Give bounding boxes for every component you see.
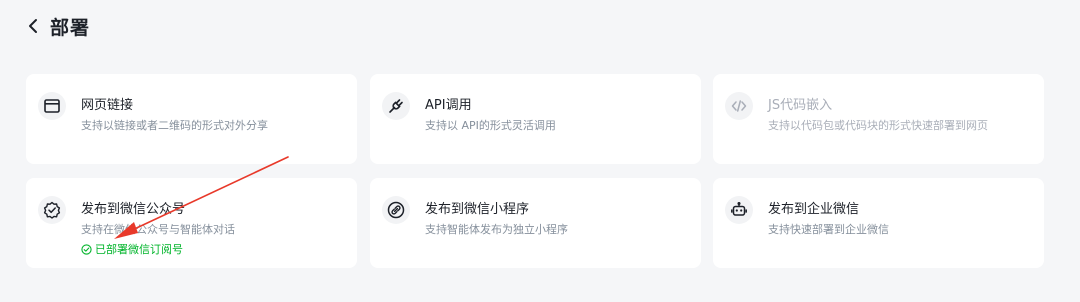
card-title: 发布到企业微信 <box>768 202 860 217</box>
card-title: API调用 <box>425 98 472 113</box>
page-title: 部署 <box>50 16 91 39</box>
browser-window-icon <box>38 92 66 120</box>
check-circle-icon <box>81 243 92 255</box>
badge-check-icon <box>38 196 66 224</box>
deployed-status: 已部署微信订阅号 <box>81 241 183 257</box>
card-description: 支持以链接或者二维码的形式对外分享 <box>81 119 268 132</box>
card-title: 网页链接 <box>81 98 134 113</box>
card-web-link[interactable]: 网页链接 支持以链接或者二维码的形式对外分享 <box>26 74 357 164</box>
plug-icon <box>382 92 410 120</box>
card-wechat-official[interactable]: 发布到微信公众号 支持在微信公众号与智能体对话 已部署微信订阅号 <box>26 178 357 268</box>
card-title: JS代码嵌入 <box>768 98 833 113</box>
back-button[interactable] <box>26 16 40 36</box>
card-description: 支持以 API的形式灵活调用 <box>425 119 556 132</box>
link-circle-icon <box>382 196 410 224</box>
card-description: 支持快速部署到企业微信 <box>768 223 889 236</box>
robot-icon <box>725 196 753 224</box>
card-api[interactable]: API调用 支持以 API的形式灵活调用 <box>370 74 701 164</box>
status-label: 已部署微信订阅号 <box>95 243 183 256</box>
card-description: 支持在微信公众号与智能体对话 <box>81 223 235 236</box>
card-description: 支持以代码包或代码块的形式快速部署到网页 <box>768 119 988 132</box>
page-header: 部署 <box>26 13 90 39</box>
card-title: 发布到微信小程序 <box>425 202 530 217</box>
code-icon <box>725 92 753 120</box>
chevron-left-icon <box>29 19 37 33</box>
card-wechat-mini[interactable]: 发布到微信小程序 支持智能体发布为独立小程序 <box>370 178 701 268</box>
card-js-embed[interactable]: JS代码嵌入 支持以代码包或代码块的形式快速部署到网页 <box>713 74 1044 164</box>
card-wecom[interactable]: 发布到企业微信 支持快速部署到企业微信 <box>713 178 1044 268</box>
card-description: 支持智能体发布为独立小程序 <box>425 223 568 236</box>
card-title: 发布到微信公众号 <box>81 202 186 217</box>
